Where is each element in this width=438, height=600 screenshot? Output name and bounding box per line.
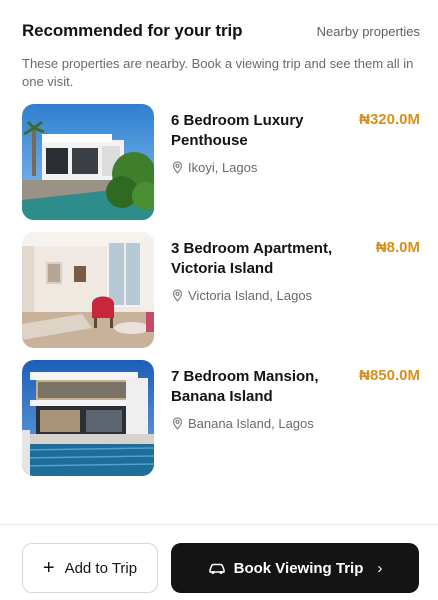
- property-location: Ikoyi, Lagos: [171, 160, 420, 175]
- property-image[interactable]: [22, 360, 154, 476]
- property-price: ₦8.0M: [375, 239, 420, 256]
- property-list: 6 Bedroom Luxury Penthouse Ikoyi, Lagos …: [22, 104, 420, 488]
- property-card[interactable]: 7 Bedroom Mansion, Banana Island Banana …: [22, 360, 420, 476]
- property-location: Victoria Island, Lagos: [171, 288, 420, 303]
- property-card[interactable]: 6 Bedroom Luxury Penthouse Ikoyi, Lagos …: [22, 104, 420, 220]
- recommendations-panel: Recommended for your trip Nearby propert…: [0, 0, 438, 600]
- section-description: These properties are nearby. Book a view…: [22, 56, 414, 89]
- mansion-pool-photo: [22, 360, 154, 476]
- action-footer: + Add to Trip Book Viewing Trip ›: [0, 524, 438, 600]
- property-price: ₦850.0M: [359, 367, 420, 384]
- property-image[interactable]: [22, 104, 154, 220]
- section-title: Recommended for your trip: [22, 21, 243, 40]
- nearby-properties-link[interactable]: Nearby properties: [317, 24, 420, 39]
- property-name[interactable]: 7 Bedroom Mansion, Banana Island: [171, 367, 341, 407]
- property-name[interactable]: 6 Bedroom Luxury Penthouse: [171, 111, 341, 151]
- car-icon: [208, 563, 225, 574]
- section-header: Recommended for your trip Nearby propert…: [22, 20, 420, 42]
- property-card[interactable]: 3 Bedroom Apartment, Victoria Island Vic…: [22, 232, 420, 348]
- add-to-trip-button[interactable]: + Add to Trip: [22, 543, 158, 593]
- property-name[interactable]: 3 Bedroom Apartment, Victoria Island: [171, 239, 341, 279]
- location-pin-icon: [173, 289, 182, 302]
- location-pin-icon: [173, 417, 182, 430]
- property-image[interactable]: [22, 232, 154, 348]
- plus-icon: +: [42, 557, 55, 579]
- property-location: Banana Island, Lagos: [171, 416, 420, 431]
- book-viewing-trip-button[interactable]: Book Viewing Trip ›: [171, 543, 419, 593]
- penthouse-photo: [22, 104, 154, 220]
- property-price: ₦320.0M: [359, 111, 420, 128]
- location-pin-icon: [173, 161, 182, 174]
- book-viewing-trip-label: Book Viewing Trip: [233, 559, 364, 577]
- property-location-text: Banana Island, Lagos: [188, 416, 314, 431]
- property-location-text: Victoria Island, Lagos: [188, 288, 313, 303]
- apartment-interior-photo: [22, 232, 154, 348]
- chevron-right-icon: ›: [377, 559, 383, 577]
- add-to-trip-label: Add to Trip: [64, 559, 138, 577]
- property-location-text: Ikoyi, Lagos: [188, 160, 258, 175]
